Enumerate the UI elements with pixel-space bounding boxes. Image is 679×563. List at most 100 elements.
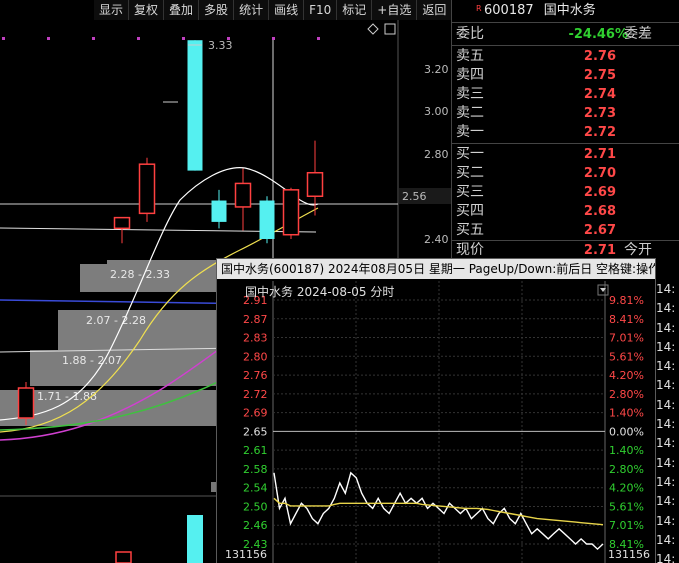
left-tick: 2.54 [243,482,268,495]
left-tick: 2.46 [243,519,268,532]
statistics-button[interactable]: 统计 [234,0,270,20]
right-tick: 9.81% [609,294,644,307]
draw-line-button[interactable]: 画线 [269,0,305,20]
left-tick: 2.61 [243,444,268,457]
f10-button[interactable]: F10 [304,0,338,20]
weibi-separator [452,45,679,46]
ask-row-3[interactable]: 卖三 2.74 [456,85,676,104]
right-tick: 5.61% [609,350,644,363]
stock-terminal-window: 显示 复权 叠加 多股 统计 画线 F10 标记 +自选 返回 3.20 3.0… [0,0,679,563]
toolbar: 显示 复权 叠加 多股 统计 画线 F10 标记 +自选 返回 [94,0,453,20]
stock-name: 国中水务 [543,3,596,18]
right-tick: 7.01% [609,519,644,532]
bid-3-price: 2.69 [583,185,616,200]
volume-bar-cyan [187,515,203,563]
left-tick: 2.76 [243,369,268,382]
time-item: 14: [656,417,676,432]
candle [234,168,252,231]
ask-1-price: 2.72 [583,125,616,140]
bid-5-label: 买五 [456,222,484,238]
left-tick: 2.50 [243,500,268,513]
candle [282,187,300,239]
time-item: 14: [656,282,676,296]
time-item: 14: [656,436,676,451]
popup-title[interactable]: 国中水务(600187) 2024年08月05日 星期一 PageUp/Down… [217,259,655,279]
y-tick-3.20: 3.20 [424,63,449,76]
left-tick: 2.72 [243,388,268,401]
ask-1-label: 卖一 [456,124,484,140]
back-button[interactable]: 返回 [417,0,453,20]
right-tick: 8.41% [609,313,644,326]
time-item: 14: [656,378,676,393]
ask-4-price: 2.75 [583,68,616,83]
right-tick: 1.40% [609,407,644,420]
volume-right-label: 131156 [608,548,650,561]
time-item: 14: [656,320,676,335]
left-tick: 2.69 [243,407,268,420]
left-tick: 2.80 [243,350,268,363]
time-item: 14: [656,339,676,354]
ask-4-label: 卖四 [456,67,484,83]
ask-5-price: 2.76 [583,49,616,64]
bid-1-label: 买一 [456,146,484,162]
band-label-2: 2.07 - 2.28 [86,314,146,327]
bid-4-label: 买四 [456,203,484,219]
multi-stock-button[interactable]: 多股 [199,0,235,20]
bid-3-label: 买三 [456,184,484,200]
vertical-grid [355,281,523,563]
left-tick: 2.87 [243,313,268,326]
ask-5-label: 卖五 [456,48,484,64]
time-item: 14: [656,397,676,412]
candle [138,157,156,222]
ask-row-5[interactable]: 卖五 2.76 [456,47,676,66]
time-item: 14: [656,552,676,563]
overlay-button[interactable]: 叠加 [164,0,200,20]
adjust-button[interactable]: 复权 [129,0,165,20]
right-tick: 2.80% [609,388,644,401]
bid-4-price: 2.68 [583,204,616,219]
quote-header: R 600187 国中水务 [452,0,679,22]
weibi-row: 委比 -24.46% 委差 [456,25,676,44]
candle [17,382,35,425]
chevron-down-icon[interactable] [597,284,609,296]
volume-left-label: 131156 [225,548,267,561]
bid-2-price: 2.70 [583,166,616,181]
ask-2-label: 卖二 [456,105,484,121]
header-separator [452,22,679,23]
high-marker-label: 3.33 [208,39,233,52]
ask-row-1[interactable]: 卖一 2.72 [456,123,676,142]
weibi-value: -24.46% [568,27,628,42]
right-tick: 0.00% [609,425,644,438]
display-button[interactable]: 显示 [94,0,130,20]
bid-row-1[interactable]: 买一 2.71 [456,145,676,164]
intraday-chart[interactable]: 2.91 9.81%2.87 8.41%2.83 7.01%2.80 5.61%2.76… [217,279,655,563]
quote-panel: R 600187 国中水务 委比 -24.46% 委差 卖五 2.76 卖四 2… [451,0,679,260]
y-tick-2.40: 2.40 [424,233,449,246]
intraday-popup[interactable]: 国中水务(600187) 2024年08月05日 星期一 PageUp/Down… [216,258,656,563]
candle [113,216,131,244]
y-tick-2.80: 2.80 [424,148,449,161]
popup-subtitle: 国中水务 2024-08-05 分时 [245,285,395,299]
volume-bar-red [115,551,132,563]
right-tick: 1.40% [609,444,644,457]
add-watchlist-button[interactable]: +自选 [372,0,418,20]
right-tick: 4.20% [609,482,644,495]
bid-row-4[interactable]: 买四 2.68 [456,202,676,221]
weicha-label: 委差 [624,26,652,42]
band-label-3: 1.88 - 2.07 [62,354,122,367]
diamond-icon[interactable] [367,23,379,35]
ask-row-4[interactable]: 卖四 2.75 [456,66,676,85]
time-item: 14: [656,301,676,316]
square-icon[interactable] [384,23,396,35]
bid-2-label: 买二 [456,165,484,181]
time-item: 14: [656,359,676,374]
bid-row-2[interactable]: 买二 2.70 [456,164,676,183]
ask-row-2[interactable]: 卖二 2.73 [456,104,676,123]
bid-row-5[interactable]: 买五 2.67 [456,221,676,240]
time-item: 14: [656,494,676,509]
ask-2-price: 2.73 [583,106,616,121]
ask-bid-separator [452,143,679,144]
mark-button[interactable]: 标记 [337,0,373,20]
bid-5-price: 2.67 [583,223,616,238]
bid-row-3[interactable]: 买三 2.69 [456,183,676,202]
